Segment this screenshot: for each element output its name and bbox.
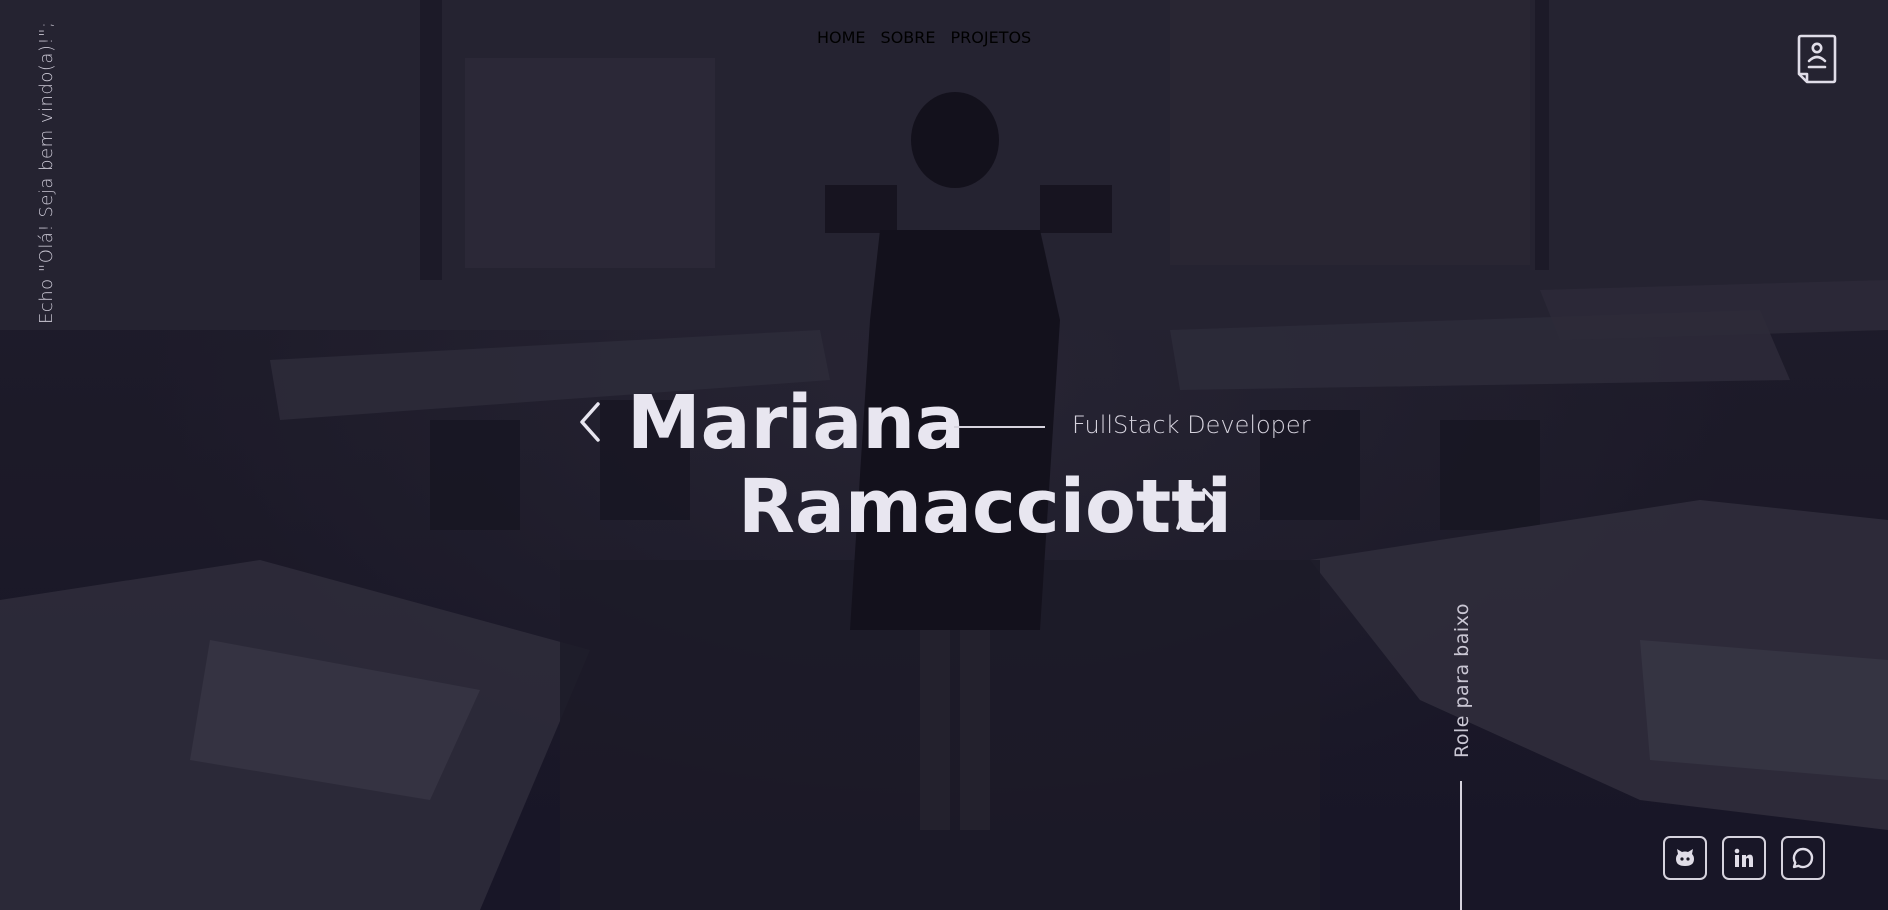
github-button[interactable] (1663, 836, 1707, 880)
linkedin-button[interactable] (1722, 836, 1766, 880)
nav-sobre-link[interactable]: SOBRE (881, 28, 936, 47)
open-bracket-icon (580, 402, 600, 442)
nav-projetos-link[interactable]: PROJETOS (951, 28, 1032, 47)
scroll-hint-text: Role para baixo (1451, 603, 1473, 758)
social-links (1663, 836, 1825, 880)
hero-section: HOME SOBRE PROJETOS Echo "Olá! Seja bem … (0, 0, 1888, 910)
whatsapp-icon (1792, 847, 1814, 869)
close-tag-icon (1176, 488, 1224, 530)
resume-button[interactable] (1797, 34, 1837, 84)
role-subtitle: FullStack Developer (1072, 411, 1311, 439)
name-divider-line (954, 426, 1045, 428)
linkedin-icon (1734, 848, 1753, 867)
first-name-heading: Mariana (627, 380, 965, 466)
whatsapp-button[interactable] (1781, 836, 1825, 880)
nav-home-link[interactable]: HOME (817, 28, 866, 47)
scroll-indicator-line (1460, 781, 1462, 910)
last-name-heading: Ramacciotti (738, 464, 1233, 550)
resume-icon (1797, 34, 1837, 84)
main-nav: HOME SOBRE PROJETOS (817, 28, 1031, 47)
greeting-text: Echo "Olá! Seja bem vindo(a)!"; (36, 21, 57, 324)
github-icon (1676, 849, 1694, 866)
